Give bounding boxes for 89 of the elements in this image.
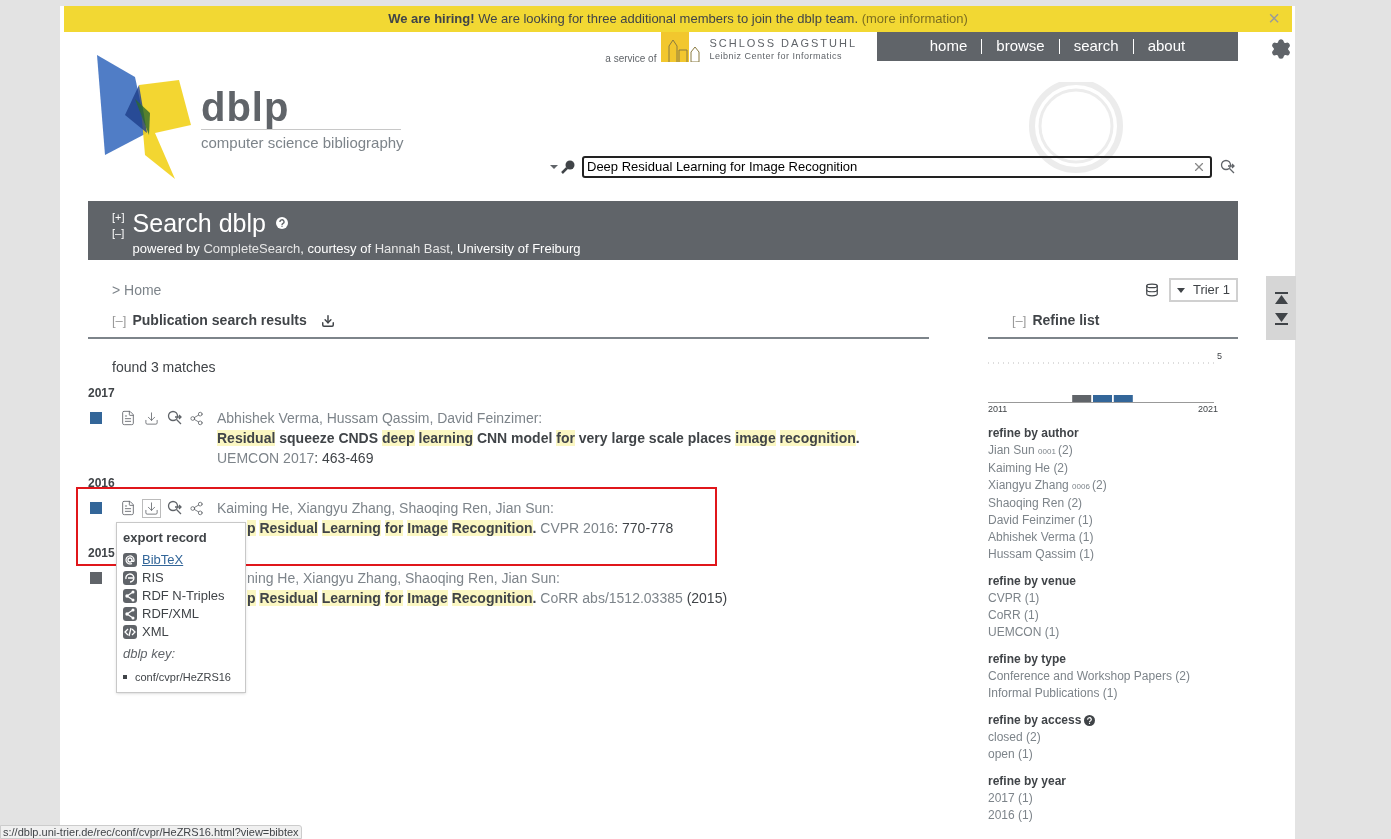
collapse-toggle[interactable]: [–] bbox=[1012, 310, 1027, 331]
nav-link[interactable]: about bbox=[1141, 35, 1192, 58]
mirror-select[interactable]: Trier 1 bbox=[1168, 278, 1238, 302]
refine-link[interactable]: Xiangyu Zhang 0006 (2) bbox=[988, 477, 1238, 495]
dblp-key: conf/cvpr/HeZRS16 bbox=[135, 669, 231, 686]
refine-link[interactable]: 2016 (1) bbox=[988, 807, 1238, 824]
service-of-label: a service of bbox=[605, 52, 657, 66]
refine-link[interactable]: closed (2) bbox=[988, 729, 1238, 746]
refine-heading: refine by author bbox=[988, 425, 1079, 442]
axis-tick-label: 2021 bbox=[1197, 403, 1218, 416]
highlighted-term: Learning bbox=[321, 590, 381, 606]
match-count: found 3 matches bbox=[112, 358, 217, 377]
author-list[interactable]: Abhishek Verma, Hussam Qassim, David Feinzimer: bbox=[217, 408, 929, 428]
export-format-link[interactable]: RIS bbox=[123, 568, 239, 587]
refine-link[interactable]: Informal Publications (1) bbox=[988, 685, 1238, 702]
chart-annotation: 5 bbox=[1217, 350, 1222, 363]
powered-by-text: powered by CompleteSearch, courtesy of Hannah Bast, University of Freiburg bbox=[132, 240, 581, 258]
refine-link[interactable]: 2017 (1) bbox=[988, 790, 1238, 807]
dblp-key-label: dblp key: bbox=[123, 644, 177, 663]
popup-title: export record bbox=[123, 529, 208, 547]
section-heading: Refine list bbox=[1032, 311, 1100, 330]
highlighted-term: Residual bbox=[259, 520, 318, 536]
search-field[interactable]: Deep Residual Learning for Image Recognition bbox=[582, 156, 1212, 178]
export-format-link[interactable]: RDF/XML bbox=[123, 604, 239, 623]
nav-link[interactable]: home bbox=[923, 35, 974, 58]
highlighted-term: Recognition bbox=[451, 520, 533, 536]
refine-heading: refine by type bbox=[988, 651, 1067, 668]
page-range: : 463-469 bbox=[314, 450, 374, 466]
nav-link[interactable]: browse bbox=[990, 35, 1051, 58]
refine-link[interactable]: CoRR (1) bbox=[988, 607, 1238, 624]
refine-link[interactable]: Conference and Workshop Papers (2) bbox=[988, 668, 1238, 685]
author-list[interactable]: Kaiming He, Xiangyu Zhang, Shaoqing Ren, Jian Sun: bbox=[217, 498, 674, 518]
refine-link[interactable]: Jian Sun 0001 (2) bbox=[988, 442, 1238, 460]
refine-heading: refine by venue bbox=[988, 573, 1077, 590]
more-information-link[interactable]: (more information) bbox=[861, 11, 968, 27]
highlighted-term: Learning bbox=[321, 520, 381, 536]
refine-link[interactable]: UEMCON (1) bbox=[988, 624, 1238, 641]
year-heading: 2016 bbox=[88, 475, 115, 492]
title-text: . bbox=[532, 520, 537, 536]
collapse-toggle[interactable]: [–] bbox=[112, 225, 125, 241]
refine-link[interactable]: Kaiming He (2) bbox=[988, 460, 1238, 477]
dagstuhl-name: SCHLOSS DAGSTUHL bbox=[709, 37, 857, 50]
refine-heading: refine by access bbox=[988, 712, 1082, 729]
section-heading: Publication search results bbox=[132, 311, 307, 330]
highlighted-term: recognition bbox=[779, 430, 856, 446]
refine-link[interactable]: Shaoqing Ren (2) bbox=[988, 495, 1238, 512]
refine-link[interactable]: David Feinzimer (1) bbox=[988, 512, 1238, 529]
highlighted-term: image bbox=[735, 430, 776, 446]
export-format-link[interactable]: BibTeX bbox=[123, 550, 239, 569]
highlighted-term: p bbox=[247, 520, 256, 536]
title-text: . bbox=[532, 590, 537, 606]
page-range: : 770-778 bbox=[614, 520, 674, 536]
highlighted-term: Residual bbox=[259, 590, 318, 606]
collapse-toggle[interactable]: [–] bbox=[112, 310, 127, 331]
title-text: very large scale places bbox=[578, 430, 732, 446]
banner-message: We are hiring! We are looking for three additional members to join the dblp team. (more information) bbox=[388, 10, 968, 29]
logo-subtitle: computer science bibliography bbox=[201, 133, 404, 153]
highlighted-term: for bbox=[384, 520, 404, 536]
highlighted-term: deep bbox=[381, 430, 415, 446]
refine-link[interactable]: Hussam Qassim (1) bbox=[988, 546, 1238, 563]
highlighted-term: p bbox=[247, 590, 256, 606]
highlighted-term: Image bbox=[407, 520, 448, 536]
year-heading: 2015 bbox=[88, 545, 115, 562]
refine-link[interactable]: Abhishek Verma (1) bbox=[988, 529, 1238, 546]
export-format-link[interactable]: XML bbox=[123, 622, 239, 641]
axis-tick-label: 2011 bbox=[988, 403, 1008, 416]
panel-title: Search dblp bbox=[132, 209, 266, 237]
page-range: (2015) bbox=[685, 590, 728, 606]
title-text: CNN model bbox=[476, 430, 553, 446]
highlighted-term: for bbox=[384, 590, 404, 606]
year-heading: 2017 bbox=[88, 385, 115, 402]
refine-link[interactable]: CVPR (1) bbox=[988, 590, 1238, 607]
expand-toggle[interactable]: [+] bbox=[112, 209, 125, 225]
refine-heading: refine by year bbox=[988, 773, 1067, 790]
highlighted-term: Recognition bbox=[451, 590, 533, 606]
refine-link[interactable]: open (1) bbox=[988, 746, 1238, 763]
breadcrumb[interactable]: > Home bbox=[112, 279, 162, 301]
status-bar: s://dblp.uni-trier.de/rec/conf/cvpr/HeZRS16.html?view=bibtex bbox=[0, 825, 302, 839]
export-format-link[interactable]: RDF N-Triples bbox=[123, 586, 239, 605]
dagstuhl-subtitle: Leibniz Center for Informatics bbox=[709, 50, 844, 62]
title-text: squeeze CNDS bbox=[279, 430, 379, 446]
venue-link[interactable]: CoRR abs/1512.03385 bbox=[540, 590, 683, 606]
highlighted-term: Image bbox=[407, 590, 448, 606]
title-text: . bbox=[855, 430, 860, 446]
logo-title: dblp bbox=[201, 85, 401, 130]
highlighted-term: Residual bbox=[217, 430, 276, 446]
highlighted-term: for bbox=[556, 430, 575, 446]
nav-link[interactable]: search bbox=[1067, 35, 1125, 58]
highlighted-term: learning bbox=[418, 430, 473, 446]
